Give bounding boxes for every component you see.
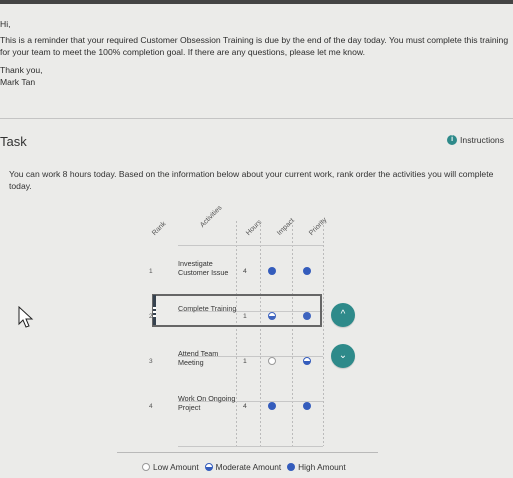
task-description: You can work 8 hours today. Based on the…	[9, 169, 494, 191]
activity-label: Attend Team Meeting	[178, 349, 219, 367]
impact-high-indicator	[268, 267, 276, 275]
instructions-label: Instructions	[460, 135, 504, 145]
email-greeting: Hi,	[0, 19, 11, 29]
high-amount-icon	[287, 463, 296, 471]
impact-high-indicator	[268, 402, 276, 410]
activity-rows: 1 Investigate Customer Issue 4 2 Complet…	[0, 240, 513, 450]
rank-value: 3	[149, 358, 153, 365]
activity-row-3[interactable]: 3 Attend Team Meeting 1	[0, 340, 513, 385]
activity-row-1[interactable]: 1 Investigate Customer Issue 4	[0, 250, 513, 295]
task-page: Hi, This is a reminder that your require…	[0, 0, 513, 478]
activity-label: Work On Ongoing Project	[178, 394, 236, 412]
drag-handle[interactable]	[153, 295, 156, 325]
top-strip	[0, 0, 513, 4]
selected-activity-row[interactable]	[152, 294, 322, 327]
legend-divider	[117, 452, 378, 453]
mouse-pointer-icon	[18, 306, 34, 328]
info-icon: i	[447, 135, 458, 145]
impact-low-indicator	[268, 357, 276, 365]
hours-value: 1	[243, 358, 247, 365]
low-amount-icon	[142, 463, 150, 471]
legend: Low Amount Moderate Amount High Amount	[142, 462, 346, 472]
header-hours: Hours	[245, 218, 264, 237]
legend-high-label: High Amount	[298, 462, 346, 472]
section-divider	[0, 118, 513, 119]
priority-high-indicator	[303, 402, 311, 410]
legend-moderate-label: Moderate Amount	[215, 462, 282, 472]
header-priority: Priority	[308, 216, 329, 237]
chevron-up-icon: ^	[340, 309, 346, 320]
legend-moderate: Moderate Amount	[204, 462, 282, 472]
header-impact: Impact	[276, 217, 296, 237]
task-title: Task	[0, 134, 27, 149]
chevron-down-icon: ⌄	[338, 350, 348, 361]
header-activities: Activities	[199, 204, 224, 229]
instructions-button[interactable]: i Instructions	[447, 135, 504, 145]
legend-low: Low Amount	[142, 462, 199, 472]
rank-value: 1	[149, 268, 153, 275]
header-rank: Rank	[151, 220, 168, 237]
email-signoff: Thank you,	[0, 65, 43, 75]
rank-value: 4	[149, 403, 153, 410]
hours-value: 4	[243, 403, 247, 410]
activity-row-4[interactable]: 4 Work On Ongoing Project 4	[0, 385, 513, 430]
legend-high: High Amount	[287, 462, 346, 472]
email-message: Hi, This is a reminder that your require…	[0, 18, 510, 88]
priority-high-indicator	[303, 267, 311, 275]
priority-moderate-indicator	[303, 357, 311, 365]
email-body: This is a reminder that your required Cu…	[0, 35, 509, 57]
email-sender-name: Mark Tan	[0, 77, 36, 87]
table-header: Rank Activities Hours Impact Priority	[0, 200, 513, 240]
legend-low-label: Low Amount	[153, 462, 199, 472]
move-up-button[interactable]: ^	[331, 303, 355, 327]
moderate-amount-icon	[204, 463, 213, 471]
hours-value: 4	[243, 268, 247, 275]
activity-label: Investigate Customer Issue	[178, 259, 229, 277]
move-down-button[interactable]: ⌄	[331, 344, 355, 368]
